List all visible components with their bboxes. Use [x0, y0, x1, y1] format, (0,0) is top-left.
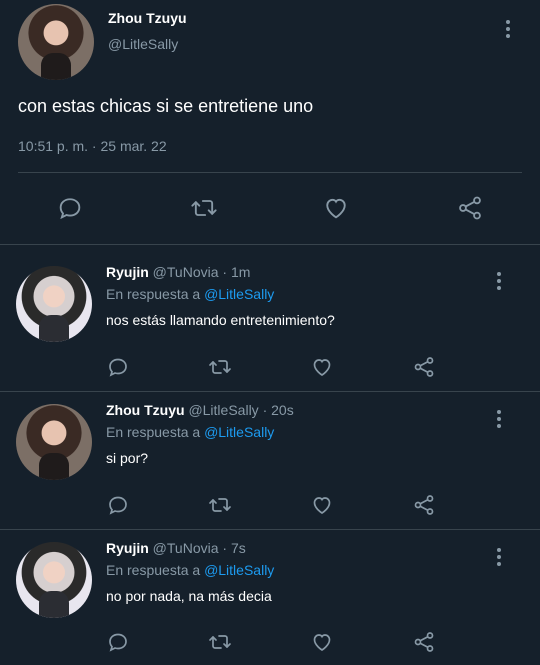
comment-icon	[109, 633, 127, 652]
reply-text: nos estás llamando entretenimiento?	[106, 312, 335, 328]
tweet-timestamp[interactable]: 10:51 p. m. · 25 mar. 22	[18, 138, 167, 154]
author-name[interactable]: Zhou Tzuyu	[108, 10, 187, 26]
main-tweet: Zhou Tzuyu @LitleSally con estas chicas …	[0, 0, 540, 245]
mention-link[interactable]: @LitleSally	[204, 424, 274, 440]
share-icon	[459, 196, 481, 220]
meta-separator: ·	[258, 402, 272, 418]
heart-icon	[313, 359, 331, 376]
share-button[interactable]	[406, 349, 442, 385]
heart-icon	[326, 198, 346, 219]
mention-link[interactable]: @LitleSally	[204, 562, 274, 578]
reply-tweet: Zhou Tzuyu @LitleSally · 20s En respuest…	[0, 396, 540, 530]
share-button[interactable]	[406, 487, 442, 523]
reply-text: no por nada, na más decia	[106, 588, 272, 604]
meta-separator: ·	[218, 540, 231, 556]
more-vertical-icon[interactable]	[505, 20, 511, 41]
retweet-button[interactable]	[202, 624, 238, 660]
like-button[interactable]	[318, 190, 354, 226]
like-button[interactable]	[304, 487, 340, 523]
tweet-text: con estas chicas si se entretiene uno	[18, 96, 314, 116]
in-reply-prefix: En respuesta a	[106, 424, 205, 440]
more-vertical-icon[interactable]	[496, 272, 502, 293]
avatar[interactable]	[16, 266, 92, 342]
share-button[interactable]	[452, 190, 488, 226]
reply-button[interactable]	[100, 349, 136, 385]
in-reply-prefix: En respuesta a	[106, 562, 205, 578]
retweet-button[interactable]	[202, 487, 238, 523]
reply-header: Zhou Tzuyu @LitleSally · 20s	[106, 402, 294, 418]
more-vertical-icon[interactable]	[496, 410, 502, 431]
comment-icon	[109, 358, 127, 377]
retweet-icon	[191, 200, 217, 216]
retweet-button[interactable]	[202, 349, 238, 385]
comment-icon	[59, 198, 81, 220]
more-vertical-icon[interactable]	[496, 548, 502, 569]
reply-text: si por?	[106, 450, 149, 466]
reply-button[interactable]	[100, 624, 136, 660]
share-icon	[414, 495, 434, 515]
in-reply-to: En respuesta a @LitleSally	[106, 286, 274, 302]
reply-tweet: Ryujin @TuNovia · 7s En respuesta a @Lit…	[0, 534, 540, 665]
reply-author-handle[interactable]: @TuNovia	[153, 540, 219, 556]
avatar[interactable]	[16, 542, 92, 618]
in-reply-prefix: En respuesta a	[106, 286, 205, 302]
like-button[interactable]	[304, 624, 340, 660]
avatar[interactable]	[18, 4, 94, 80]
avatar[interactable]	[16, 404, 92, 480]
retweet-icon	[209, 360, 231, 374]
in-reply-to: En respuesta a @LitleSally	[106, 424, 274, 440]
divider	[18, 172, 522, 173]
meta-separator: ·	[218, 264, 231, 280]
retweet-button[interactable]	[186, 190, 222, 226]
share-icon	[414, 357, 434, 377]
in-reply-to: En respuesta a @LitleSally	[106, 562, 274, 578]
share-button[interactable]	[406, 624, 442, 660]
reply-time[interactable]: 20s	[271, 402, 294, 418]
reply-author-name[interactable]: Ryujin	[106, 540, 149, 556]
share-icon	[414, 632, 434, 652]
reply-button[interactable]	[52, 190, 88, 226]
reply-author-name[interactable]: Zhou Tzuyu	[106, 402, 185, 418]
heart-icon	[313, 497, 331, 514]
reply-time[interactable]: 7s	[231, 540, 246, 556]
author-handle[interactable]: @LitleSally	[108, 36, 178, 52]
reply-author-handle[interactable]: @TuNovia	[153, 264, 219, 280]
like-button[interactable]	[304, 349, 340, 385]
retweet-icon	[209, 635, 231, 649]
reply-author-name[interactable]: Ryujin	[106, 264, 149, 280]
comment-icon	[109, 496, 127, 515]
reply-button[interactable]	[100, 487, 136, 523]
heart-icon	[313, 634, 331, 651]
reply-header: Ryujin @TuNovia · 1m	[106, 264, 250, 280]
reply-time[interactable]: 1m	[231, 264, 250, 280]
mention-link[interactable]: @LitleSally	[204, 286, 274, 302]
reply-header: Ryujin @TuNovia · 7s	[106, 540, 246, 556]
retweet-icon	[209, 498, 231, 512]
reply-author-handle[interactable]: @LitleSally	[188, 402, 258, 418]
reply-tweet: Ryujin @TuNovia · 1m En respuesta a @Lit…	[0, 258, 540, 392]
